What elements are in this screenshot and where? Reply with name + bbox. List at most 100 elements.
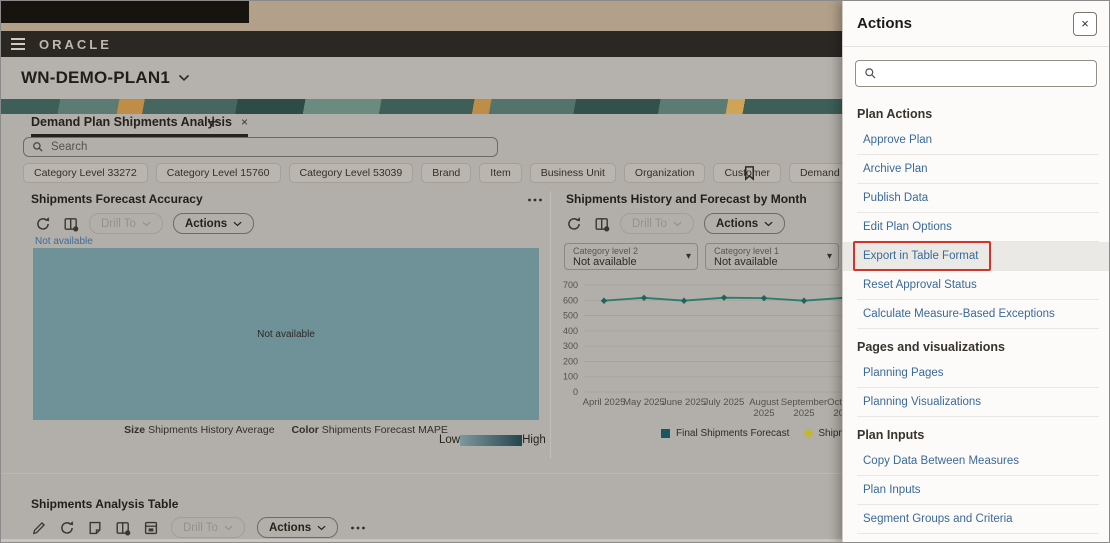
svg-text:April 2025: April 2025: [583, 397, 626, 408]
left-chart-status: Not available: [35, 236, 93, 247]
caret-down-icon: ▾: [685, 251, 691, 262]
drill-to-button[interactable]: Drill To: [171, 517, 245, 538]
svg-text:2025: 2025: [793, 408, 814, 419]
actions-list: Plan Actions Approve Plan Archive Plan Publ…: [843, 96, 1109, 542]
section-divider: [1, 473, 844, 474]
filter-chip[interactable]: Category Level 53039: [288, 163, 414, 183]
category-level-select[interactable]: Category level 1 Not available ▾: [705, 243, 839, 270]
right-chart-title: Shipments History and Forecast by Month: [566, 192, 807, 206]
close-icon: ×: [1081, 16, 1089, 31]
category-selectors: Category level 2 Not available ▾ Categor…: [564, 243, 839, 270]
svg-text:300: 300: [563, 341, 578, 351]
action-item-edit-plan-options[interactable]: Edit Plan Options: [857, 213, 1099, 242]
svg-text:May 2025: May 2025: [623, 397, 665, 408]
add-tab-button[interactable]: +: [207, 111, 219, 135]
action-item-planning-visualizations[interactable]: Planning Visualizations: [857, 388, 1099, 417]
filter-chip[interactable]: Category Level 33272: [23, 163, 148, 183]
actions-section-title: Pages and visualizations: [857, 340, 1005, 354]
action-item-label: Export in Table Format: [863, 250, 979, 262]
category-level-select[interactable]: Category level 2 Not available ▾: [564, 243, 698, 270]
refresh-icon[interactable]: [59, 520, 75, 536]
action-item-plan-inputs[interactable]: Plan Inputs: [857, 476, 1099, 505]
legend-item: Final Shipments Forecast: [661, 428, 789, 439]
bookmark-icon[interactable]: [742, 165, 757, 186]
action-item-publish-data[interactable]: Publish Data: [857, 184, 1099, 213]
action-item-calculate-measure-based-exceptions[interactable]: Calculate Measure-Based Exceptions: [857, 300, 1099, 329]
svg-text:500: 500: [563, 311, 578, 321]
actions-search-input[interactable]: [855, 60, 1097, 87]
actions-button[interactable]: Actions: [256, 517, 339, 538]
action-item-label: Edit Plan Options: [863, 221, 952, 233]
plan-title-chevron-icon[interactable]: [178, 74, 190, 82]
color-scale: Low High: [439, 434, 546, 446]
filter-chip[interactable]: Category Level 15760: [155, 163, 281, 183]
global-navbar: ORACLE: [1, 31, 844, 57]
search-input[interactable]: Search: [23, 137, 498, 157]
svg-text:September: September: [781, 397, 827, 408]
svg-text:August: August: [749, 397, 779, 408]
action-item-supply-chain-planners[interactable]: Supply Chain Planners: [857, 534, 1099, 542]
action-item-label: Planning Pages: [863, 367, 944, 379]
table-edge: [1, 539, 844, 542]
caret-down-icon: ▾: [826, 251, 832, 262]
actions-button[interactable]: Actions: [703, 213, 786, 234]
table-icon[interactable]: [143, 520, 159, 536]
svg-text:200: 200: [563, 356, 578, 366]
filter-chip[interactable]: Brand: [421, 163, 472, 183]
action-item-label: Publish Data: [863, 192, 929, 204]
chevron-down-icon: [142, 221, 151, 227]
search-icon: [865, 68, 876, 79]
action-item-label: Archive Plan: [863, 163, 928, 175]
close-button[interactable]: ×: [1073, 11, 1097, 36]
top-dark-bar: [1, 1, 249, 23]
legend-swatch: [661, 429, 670, 438]
svg-text:0: 0: [573, 387, 578, 397]
edit-icon[interactable]: [31, 520, 47, 536]
actions-section-title: Plan Inputs: [857, 428, 925, 442]
action-item-planning-pages[interactable]: Planning Pages: [857, 359, 1099, 388]
actions-section-title: Plan Actions: [857, 107, 933, 121]
svg-text:600: 600: [563, 295, 578, 305]
empty-message: Not available: [257, 328, 315, 340]
filter-chip[interactable]: Organization: [623, 163, 706, 183]
plan-title: WN-DEMO-PLAN1: [21, 68, 170, 87]
actions-drawer-header: Actions ×: [843, 1, 1109, 47]
action-item-label: Plan Inputs: [863, 484, 921, 496]
drill-map-icon[interactable]: [115, 520, 131, 536]
action-item-export-in-table-format[interactable]: Export in Table Format: [843, 241, 1109, 271]
left-chart-overflow-button[interactable]: [527, 197, 543, 203]
search-placeholder: Search: [51, 141, 88, 153]
action-item-copy-data-between-measures[interactable]: Copy Data Between Measures: [857, 447, 1099, 476]
action-item-approve-plan[interactable]: Approve Plan: [857, 126, 1099, 155]
svg-text:2025: 2025: [753, 408, 774, 419]
filter-chip[interactable]: Business Unit: [529, 163, 616, 183]
refresh-icon[interactable]: [35, 216, 51, 232]
drill-map-icon[interactable]: [63, 216, 79, 232]
left-chart-title: Shipments Forecast Accuracy: [31, 192, 203, 206]
refresh-icon[interactable]: [566, 216, 582, 232]
action-item-label: Approve Plan: [863, 134, 933, 146]
browser-chrome-strip: [1, 1, 844, 31]
drill-to-button[interactable]: Drill To: [89, 213, 163, 234]
drill-to-button[interactable]: Drill To: [620, 213, 694, 234]
actions-drawer-title: Actions: [857, 15, 913, 32]
drill-map-icon[interactable]: [594, 216, 610, 232]
plan-header: WN-DEMO-PLAN1: [1, 57, 844, 99]
actions-drawer: Actions × Plan Actions Approve Plan Archiv…: [842, 1, 1109, 542]
note-icon[interactable]: [87, 520, 103, 536]
bottom-table-toolbar: Drill To Actions: [31, 517, 366, 538]
filter-chip[interactable]: Item: [479, 163, 522, 183]
tab-close-icon[interactable]: ×: [241, 115, 248, 129]
chevron-down-icon: [317, 525, 326, 531]
action-item-archive-plan[interactable]: Archive Plan: [857, 155, 1099, 184]
action-item-label: Copy Data Between Measures: [863, 455, 1019, 467]
tab-label: Demand Plan Shipments Analysis: [31, 115, 232, 129]
action-item-reset-approval-status[interactable]: Reset Approval Status: [857, 271, 1099, 300]
svg-text:100: 100: [563, 372, 578, 382]
left-chart-toolbar: Drill To Actions: [35, 213, 255, 234]
actions-button[interactable]: Actions: [172, 213, 255, 234]
hamburger-menu-icon[interactable]: [11, 35, 25, 53]
chevron-down-icon: [764, 221, 773, 227]
bottom-table-overflow-button[interactable]: [350, 525, 366, 531]
action-item-segment-groups-and-criteria[interactable]: Segment Groups and Criteria: [857, 505, 1099, 534]
